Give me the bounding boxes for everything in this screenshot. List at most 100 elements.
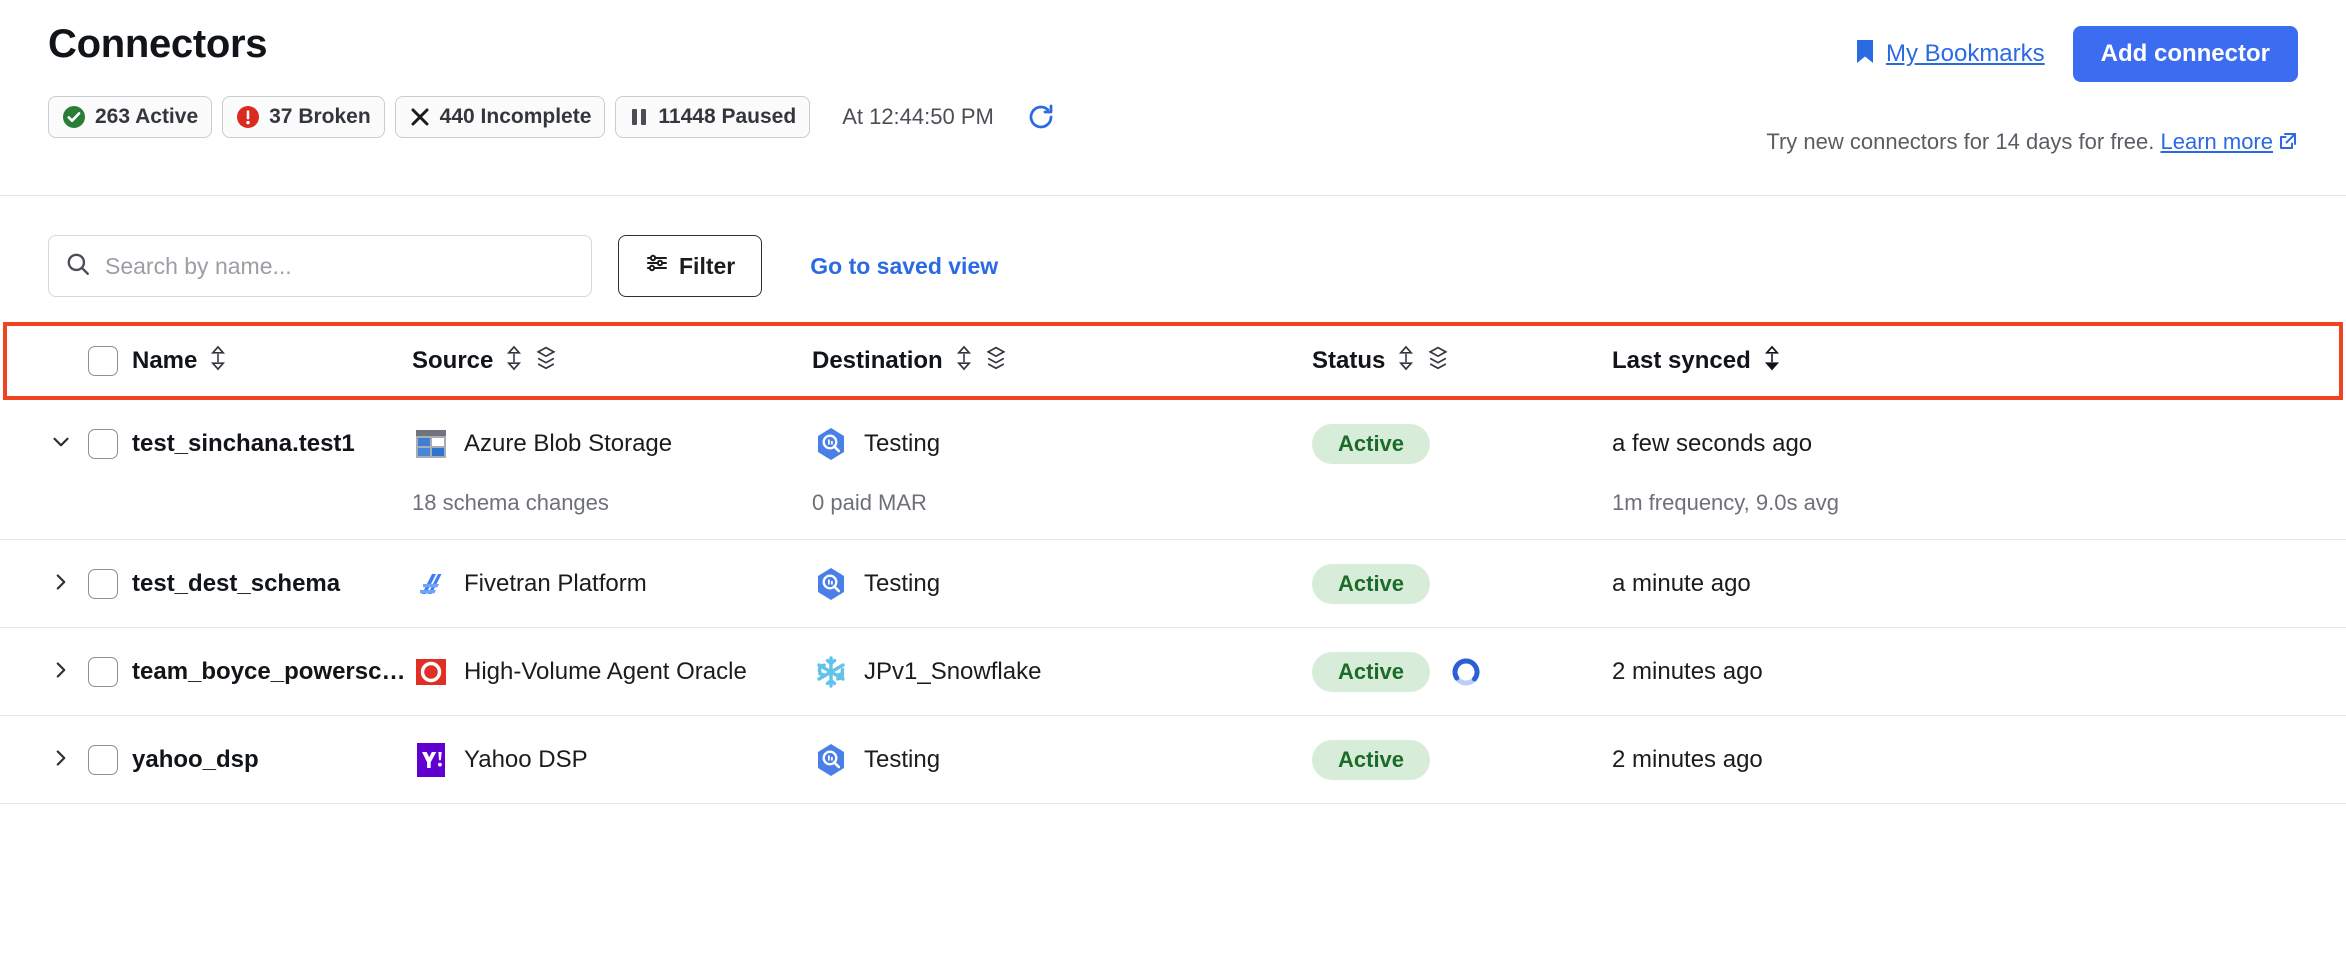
column-header-last-synced[interactable]: Last synced (1612, 345, 2298, 378)
external-link-icon (2278, 131, 2298, 157)
row-source: Azure Blob Storage (412, 425, 812, 463)
layers-icon[interactable] (1427, 345, 1449, 378)
row-select-cell[interactable] (88, 744, 132, 775)
title-row: Connectors My Bookmarks Add connector (48, 22, 2298, 82)
row-destination-label: Testing (864, 745, 941, 773)
last-refresh-time: At 12:44:50 PM (842, 104, 994, 129)
details-schema-changes[interactable]: 18 schema changes (412, 490, 812, 516)
pause-icon (629, 106, 649, 128)
select-all-cell[interactable] (88, 346, 132, 376)
promo-text: Try new connectors for 14 days for free. (1766, 129, 2155, 154)
row-status: Active (1312, 739, 1612, 780)
yahoo-dsp-icon (412, 741, 450, 779)
row-last-synced: 2 minutes ago (1612, 745, 1763, 773)
details-paid-mar: 0 paid MAR (812, 489, 927, 515)
sort-both-icon[interactable] (1396, 345, 1416, 378)
row-checkbox[interactable] (88, 656, 118, 687)
check-circle-icon (62, 105, 86, 129)
sort-both-icon[interactable] (208, 345, 228, 378)
status-chip-paused[interactable]: 11448 Paused (615, 96, 811, 138)
row-source-label: Azure Blob Storage (464, 430, 673, 457)
fivetran-platform-icon (412, 565, 450, 603)
status-badge: Active (1312, 651, 1431, 692)
table-row[interactable]: team_boyce_powerschool_... High-Volume A… (0, 628, 2346, 716)
row-expand-toggle[interactable] (48, 745, 88, 775)
column-header-status-label: Status (1312, 347, 1386, 374)
bookmark-icon (1855, 39, 1875, 70)
status-badge: Active (1312, 739, 1431, 780)
refresh-icon[interactable] (1026, 102, 1056, 132)
row-destination-label: Testing (864, 430, 941, 457)
layers-icon[interactable] (535, 345, 557, 378)
header-actions: My Bookmarks Add connector (1855, 22, 2298, 82)
chevron-right-icon[interactable] (48, 569, 74, 599)
status-chip-active[interactable]: 263 Active (48, 96, 213, 138)
sync-in-progress-spinner (1448, 654, 1484, 690)
status-chip-broken-label: 37 Broken (269, 105, 371, 128)
select-all-checkbox[interactable] (88, 346, 118, 376)
search-icon (65, 251, 91, 282)
sort-both-icon[interactable] (954, 345, 974, 378)
sort-desc-icon[interactable] (1762, 345, 1782, 378)
azure-blob-storage-icon (412, 425, 450, 463)
row-checkbox[interactable] (88, 429, 118, 459)
row-expand-toggle[interactable] (48, 657, 88, 687)
row-expand-toggle[interactable] (48, 569, 88, 599)
promo-banner: Try new connectors for 14 days for free.… (1766, 129, 2298, 157)
table-row[interactable]: yahoo_dsp Yahoo DSP Testing Active 2 min… (0, 716, 2346, 804)
details-frequency: 1m frequency, 9.0s avg (1612, 489, 1840, 515)
row-name[interactable]: test_sinchana.test1 (132, 430, 412, 458)
row-last-synced: a few seconds ago (1612, 430, 1813, 457)
row-last-synced: 2 minutes ago (1612, 657, 1763, 685)
row-checkbox[interactable] (88, 568, 118, 599)
row-source-label: Fivetran Platform (464, 569, 647, 597)
row-destination: Testing (812, 741, 1312, 779)
oracle-icon (412, 653, 450, 691)
bigquery-icon (812, 565, 850, 603)
row-select-cell[interactable] (88, 568, 132, 599)
row-select-cell[interactable] (88, 429, 132, 459)
row-source: Yahoo DSP (412, 741, 812, 779)
row-source: High-Volume Agent Oracle (412, 653, 812, 691)
promo-learn-more-link[interactable]: Learn more (2160, 129, 2273, 154)
filter-button[interactable]: Filter (618, 235, 763, 297)
search-input[interactable] (105, 252, 575, 280)
row-expand-toggle[interactable] (48, 429, 88, 459)
row-destination: Testing (812, 565, 1312, 603)
row-status: Active (1312, 651, 1612, 692)
table-header-row: Name Source Destination Status Last sync… (0, 322, 2346, 400)
layers-icon[interactable] (985, 345, 1007, 378)
row-status: Active (1312, 424, 1612, 464)
column-header-name-label: Name (132, 347, 198, 374)
status-chip-incomplete-label: 440 Incomplete (439, 105, 592, 128)
status-chip-broken[interactable]: 37 Broken (222, 96, 385, 138)
row-source-label: Yahoo DSP (464, 745, 588, 773)
my-bookmarks-link[interactable]: My Bookmarks (1855, 39, 2045, 70)
connectors-table: Name Source Destination Status Last sync… (0, 322, 2346, 804)
search-box[interactable] (48, 235, 592, 297)
bigquery-icon (812, 741, 850, 779)
column-header-status[interactable]: Status (1312, 345, 1612, 378)
row-select-cell[interactable] (88, 656, 132, 687)
row-name[interactable]: team_boyce_powerschool_... (132, 658, 412, 686)
snowflake-icon (812, 653, 850, 691)
row-name[interactable]: yahoo_dsp (132, 746, 412, 774)
status-badge: Active (1312, 563, 1431, 604)
column-header-destination-label: Destination (812, 347, 943, 374)
row-name[interactable]: test_dest_schema (132, 570, 412, 598)
chevron-right-icon[interactable] (48, 657, 74, 687)
column-header-source[interactable]: Source (412, 345, 812, 378)
table-row[interactable]: test_dest_schema Fivetran Platform Testi… (0, 540, 2346, 628)
sort-both-icon[interactable] (504, 345, 524, 378)
table-row[interactable]: test_sinchana.test1 Azure Blob Storage T… (0, 400, 2346, 488)
status-chip-incomplete[interactable]: 440 Incomplete (394, 96, 606, 138)
add-connector-button[interactable]: Add connector (2072, 26, 2298, 82)
column-header-name[interactable]: Name (132, 345, 412, 378)
column-header-destination[interactable]: Destination (812, 345, 1312, 378)
chevron-down-icon[interactable] (48, 429, 74, 459)
row-checkbox[interactable] (88, 744, 118, 775)
chevron-right-icon[interactable] (48, 745, 74, 775)
page-title: Connectors (48, 22, 268, 66)
status-badge: Active (1312, 424, 1431, 464)
go-to-saved-view-link[interactable]: Go to saved view (810, 253, 998, 280)
